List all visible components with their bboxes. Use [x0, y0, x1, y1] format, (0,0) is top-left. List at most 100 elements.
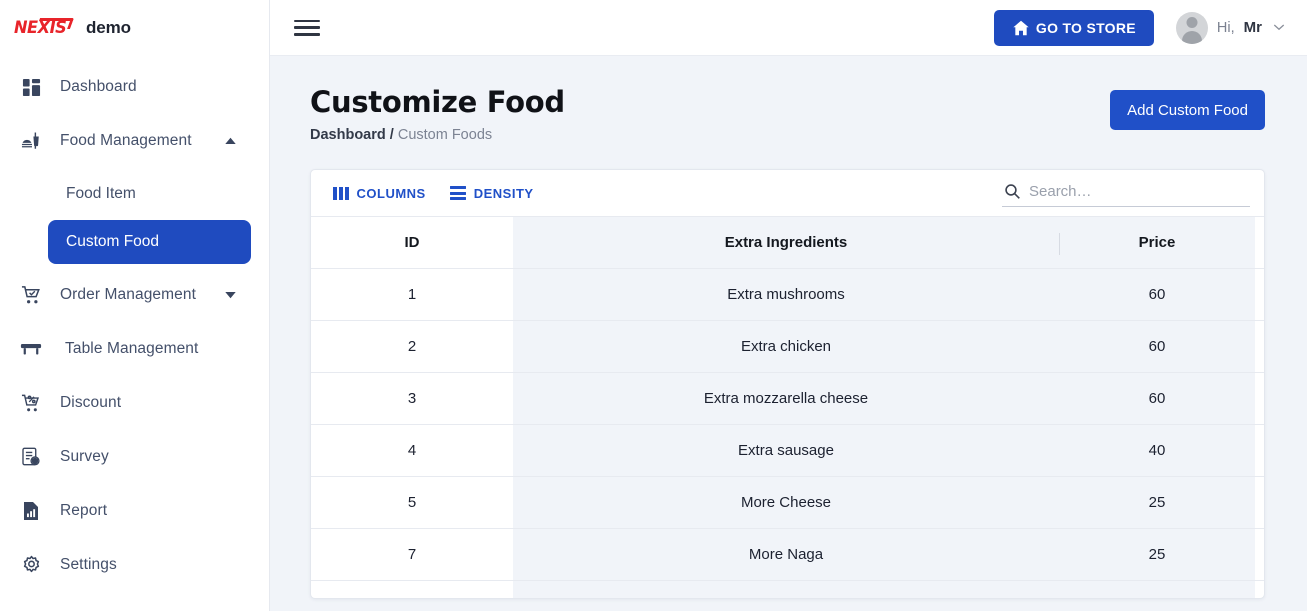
page-title: Customize Food [310, 85, 565, 119]
dashboard-icon [18, 74, 44, 100]
hamburger-icon[interactable] [294, 18, 320, 38]
page-header-left: Customize Food Dashboard / Custom Foods [310, 84, 1110, 143]
table-icon [18, 336, 44, 362]
page-header: Customize Food Dashboard / Custom Foods … [310, 84, 1265, 143]
cell-actions [1255, 268, 1264, 321]
sidebar-item-table-management[interactable]: Table Management [0, 322, 269, 376]
cell-price: 25 [1059, 476, 1255, 529]
sidebar-item-report[interactable]: Report [0, 484, 269, 538]
cell-actions [1255, 320, 1264, 373]
sidebar-item-label: Order Management [60, 286, 196, 303]
density-button[interactable]: DENSITY [442, 180, 542, 207]
grid-toolbar: COLUMNS DENSITY [311, 170, 1264, 216]
cell-ingredient [513, 580, 1059, 598]
table-row[interactable]: 2 Extra chicken 60 [311, 320, 1264, 373]
cell-id: 1 [311, 268, 513, 321]
columns-button[interactable]: COLUMNS [325, 180, 434, 207]
sidebar: NEXIS demo Dashboard Food Management Foo… [0, 0, 270, 611]
table-row[interactable]: 4 Extra sausage 40 [311, 424, 1264, 477]
table-row-partial[interactable] [311, 580, 1264, 598]
report-icon [18, 498, 44, 524]
cell-actions [1255, 580, 1264, 598]
breadcrumb-root[interactable]: Dashboard [310, 127, 386, 143]
cell-ingredient: Extra mushrooms [513, 268, 1059, 321]
cell-price: 25 [1059, 528, 1255, 581]
breadcrumb-current: Custom Foods [397, 127, 493, 143]
caret-up-icon[interactable] [223, 134, 237, 148]
column-header-action[interactable]: Action [1255, 216, 1264, 269]
logo-slash-decoration [35, 18, 75, 29]
table-head: ID Extra Ingredients Price Action [311, 216, 1264, 269]
sidebar-item-label: Report [60, 502, 108, 519]
sidebar-item-label: Table Management [65, 340, 199, 357]
data-grid-card: COLUMNS DENSITY Search… ID Extra Ingredi… [310, 169, 1265, 599]
discount-cart-icon [18, 390, 44, 416]
table-body: 1 Extra mushrooms 60 2 Extra chicken 60 … [311, 268, 1264, 598]
sidebar-subitem-food-item[interactable]: Food Item [48, 172, 251, 216]
sidebar-item-survey[interactable]: Survey [0, 430, 269, 484]
home-icon [1012, 19, 1030, 37]
cell-price: 60 [1059, 320, 1255, 373]
sidebar-item-food-management[interactable]: Food Management [0, 114, 269, 168]
sidebar-item-label: Survey [60, 448, 109, 465]
cell-ingredient: Extra mozzarella cheese [513, 372, 1059, 425]
user-menu[interactable]: Hi, Mr [1175, 11, 1285, 44]
column-header-id[interactable]: ID [311, 216, 513, 269]
avatar [1175, 11, 1208, 44]
sidebar-item-label: Dashboard [60, 78, 137, 95]
sidebar-item-discount[interactable]: Discount [0, 376, 269, 430]
column-header-price[interactable]: Price [1059, 216, 1255, 269]
table-header-row: ID Extra Ingredients Price Action [311, 216, 1264, 269]
breadcrumb: Dashboard / Custom Foods [310, 127, 1110, 143]
go-to-store-label: GO TO STORE [1035, 19, 1136, 36]
table-row[interactable]: 7 More Naga 25 [311, 528, 1264, 581]
table-row[interactable]: 5 More Cheese 25 [311, 476, 1264, 529]
cell-actions [1255, 476, 1264, 529]
cell-id: 4 [311, 424, 513, 477]
sidebar-subitem-label: Custom Food [66, 233, 160, 250]
user-name: Mr [1243, 19, 1262, 36]
cell-actions [1255, 372, 1264, 425]
cell-ingredient: Extra chicken [513, 320, 1059, 373]
main-area: GO TO STORE Hi, Mr Customize Food Dashbo… [270, 0, 1307, 611]
sidebar-item-label: Discount [60, 394, 122, 411]
search-box[interactable] [1002, 179, 1250, 207]
cart-icon [18, 282, 44, 308]
custom-food-table: ID Extra Ingredients Price Action 1 Extr… [311, 216, 1264, 598]
sidebar-item-label: Food Management [60, 132, 192, 149]
columns-icon [333, 186, 349, 200]
survey-icon [18, 444, 44, 470]
search-input[interactable] [1029, 183, 1248, 200]
cell-price: 40 [1059, 424, 1255, 477]
sidebar-item-label: Settings [60, 556, 117, 573]
sidebar-item-order-management[interactable]: Order Management [0, 268, 269, 322]
cell-actions [1255, 528, 1264, 581]
sidebar-subitem-custom-food[interactable]: Custom Food [48, 220, 251, 264]
app-root: NEXIS demo Dashboard Food Management Foo… [0, 0, 1307, 611]
breadcrumb-separator: / [389, 127, 394, 143]
table-row[interactable]: 1 Extra mushrooms 60 [311, 268, 1264, 321]
topbar: GO TO STORE Hi, Mr [270, 0, 1307, 56]
chevron-down-icon[interactable] [1273, 22, 1285, 34]
nexis-logo: NEXIS [14, 17, 75, 39]
brand[interactable]: NEXIS demo [0, 0, 269, 56]
sidebar-subitem-label: Food Item [66, 185, 136, 202]
cell-id: 2 [311, 320, 513, 373]
add-custom-food-button[interactable]: Add Custom Food [1110, 90, 1265, 130]
table-row[interactable]: 3 Extra mozzarella cheese 60 [311, 372, 1264, 425]
sidebar-nav: Dashboard Food Management Food Item Cust… [0, 56, 269, 592]
cell-ingredient: Extra sausage [513, 424, 1059, 477]
greeting-text: Hi, [1216, 19, 1235, 36]
go-to-store-button[interactable]: GO TO STORE [993, 9, 1154, 46]
sidebar-item-settings[interactable]: Settings [0, 538, 269, 592]
sidebar-item-dashboard[interactable]: Dashboard [0, 60, 269, 114]
cell-id: 7 [311, 528, 513, 581]
column-header-extra-ingredients[interactable]: Extra Ingredients [513, 216, 1059, 269]
caret-down-icon[interactable] [223, 288, 237, 302]
cell-price: 60 [1059, 268, 1255, 321]
cell-price [1059, 580, 1255, 598]
page-content: Customize Food Dashboard / Custom Foods … [270, 56, 1307, 611]
brand-name: demo [86, 18, 131, 37]
cell-id [311, 580, 513, 598]
food-icon [18, 128, 44, 154]
